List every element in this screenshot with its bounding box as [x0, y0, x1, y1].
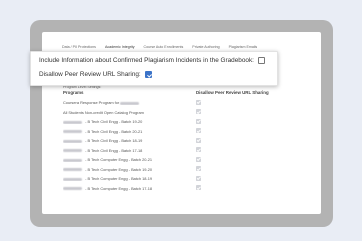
program-rows: Coursera Response Program for All Studen… [63, 98, 313, 193]
sharing-cell [196, 166, 236, 172]
gradebook-plagiarism-checkbox[interactable] [257, 57, 265, 64]
program-name-prefix: All Students Non-credit Open Catalog Pro… [63, 109, 144, 115]
program-name-suffix: - B Tech Computer Engg - Batch 17-18 [84, 185, 153, 191]
program-name: - B Tech Computer Engg - Batch 19-20 [63, 167, 196, 172]
program-name: - B Tech Civil Engg - Batch 20-21 [63, 129, 196, 134]
redacted-text [63, 130, 82, 134]
program-name-prefix: Coursera Response Program for [63, 100, 121, 106]
disallow-sharing-checkbox[interactable] [196, 99, 201, 105]
program-name: - B Tech Computer Engg - Batch 18-19 [63, 176, 196, 181]
program-settings: Program Level Settings: Programs Disallo… [63, 85, 313, 193]
table-row: Coursera Response Program for [63, 98, 313, 108]
disallow-sharing-checkbox[interactable] [196, 128, 201, 134]
disallow-sharing-checkbox[interactable] [196, 166, 201, 172]
disallow-sharing-checkbox[interactable] [196, 137, 201, 143]
redacted-text [63, 187, 82, 191]
sharing-cell [196, 128, 236, 134]
redacted-text [63, 139, 82, 143]
redacted-text [63, 149, 82, 153]
program-name: - B Tech Civil Engg - Batch 18-19 [63, 138, 196, 143]
sharing-cell [196, 175, 236, 182]
table-row: - B Tech Computer Engg - Batch 19-20 [63, 165, 313, 175]
table-row: - B Tech Civil Engg - Batch 20-21 [63, 127, 313, 137]
sharing-cell [196, 147, 236, 153]
program-name-suffix: - B Tech Civil Engg - Batch 18-19 [84, 138, 143, 144]
disallow-sharing-checkbox[interactable] [196, 118, 201, 124]
peer-review-sharing-checkbox[interactable] [144, 71, 152, 78]
program-name: - B Tech Computer Engg - Batch 20-21 [63, 157, 196, 162]
sharing-cell [196, 99, 236, 106]
header-disallow-sharing: Disallow Peer Review URL Sharing [196, 90, 269, 95]
peer-review-sharing-label: Disallow Peer Review URL Sharing: [39, 71, 141, 78]
gradebook-plagiarism-label: Include Information about Confirmed Plag… [39, 57, 254, 64]
redacted-text [63, 177, 82, 181]
table-row: - B Tech Computer Engg - Batch 20-21 [63, 155, 313, 165]
program-name: Coursera Response Program for [63, 100, 196, 105]
program-name: - B Tech Civil Engg - Batch 19-20 [63, 119, 196, 124]
program-name: - B Tech Civil Engg - Batch 17-18 [63, 148, 196, 153]
sharing-cell [196, 118, 236, 125]
table-row: - B Tech Civil Engg - Batch 17-18 [63, 146, 313, 156]
sharing-cell [196, 185, 236, 191]
program-name-suffix: - B Tech Computer Engg - Batch 20-21 [84, 157, 153, 163]
table-row: - B Tech Civil Engg - Batch 18-19 [63, 136, 313, 146]
redacted-text [63, 158, 82, 162]
program-name-suffix: - B Tech Computer Engg - Batch 19-20 [84, 166, 153, 172]
redacted-text [63, 168, 82, 172]
program-name-suffix: - B Tech Civil Engg - Batch 20-21 [84, 128, 143, 134]
disallow-sharing-checkbox[interactable] [196, 147, 201, 153]
table-header: Programs Disallow Peer Review URL Sharin… [63, 90, 313, 98]
highlighted-settings-callout: Include Information about Confirmed Plag… [30, 51, 278, 86]
sharing-cell [196, 156, 236, 163]
peer-review-sharing-setting: Disallow Peer Review URL Sharing: [39, 71, 152, 78]
redacted-text [63, 120, 82, 124]
disallow-sharing-checkbox[interactable] [196, 156, 201, 162]
program-name-suffix: - B Tech Civil Engg - Batch 17-18 [84, 147, 143, 153]
disallow-sharing-checkbox[interactable] [196, 185, 201, 191]
table-row: - B Tech Civil Engg - Batch 19-20 [63, 117, 313, 127]
redacted-text [120, 101, 140, 105]
program-name-suffix: - B Tech Civil Engg - Batch 19-20 [84, 119, 143, 125]
table-row: All Students Non-credit Open Catalog Pro… [63, 108, 313, 118]
gradebook-plagiarism-setting: Include Information about Confirmed Plag… [39, 57, 265, 64]
program-name: - B Tech Computer Engg - Batch 17-18 [63, 186, 196, 191]
table-row: - B Tech Computer Engg - Batch 18-19 [63, 174, 313, 184]
sharing-cell [196, 109, 236, 115]
sharing-cell [196, 137, 236, 144]
program-name: All Students Non-credit Open Catalog Pro… [63, 110, 196, 115]
disallow-sharing-checkbox[interactable] [196, 109, 201, 115]
header-programs: Programs [63, 90, 84, 95]
table-row: - B Tech Computer Engg - Batch 17-18 [63, 184, 313, 194]
disallow-sharing-checkbox[interactable] [196, 175, 201, 181]
program-name-suffix: - B Tech Computer Engg - Batch 18-19 [84, 176, 153, 182]
